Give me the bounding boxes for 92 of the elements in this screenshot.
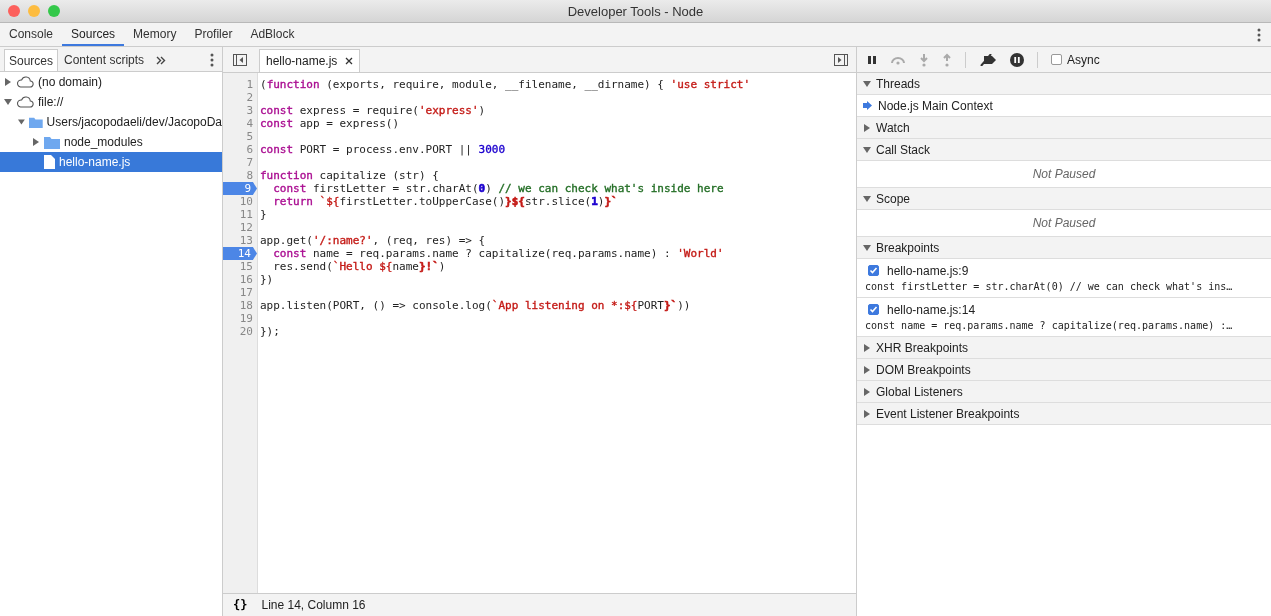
tree-label: Users/jacopodaeli/dev/JacopoDa [46,115,222,129]
toggle-debugger-icon[interactable] [834,53,848,66]
file-tab-label: hello-name.js [266,54,338,68]
code-line: const PORT = process.env.PORT || 3000 [259,143,506,156]
thread-label: Node.js Main Context [878,98,993,113]
code-line: app.listen(PORT, () => console.log(`App listening on *:${PORT}`)) [259,299,691,312]
expanded-icon[interactable] [863,79,871,88]
toggle-navigator-icon[interactable] [233,53,247,66]
expanded-icon[interactable] [863,145,871,154]
more-icon[interactable] [210,53,214,67]
code-line: } [259,208,267,221]
async-label: Async [1067,52,1100,67]
section-title: Scope [876,191,911,206]
section-header[interactable]: DOM Breakpoints [857,359,1271,381]
tree-item[interactable]: (no domain) [0,72,222,92]
navigator-tab[interactable]: Content scripts [60,49,149,71]
breakpoint-checkbox[interactable] [868,304,879,315]
tree-label: hello-name.js [59,155,131,169]
tree-item[interactable]: Users/jacopodaeli/dev/JacopoDa [0,112,222,132]
section-title: XHR Breakpoints [876,340,969,355]
expanded-icon[interactable] [18,118,25,126]
cloud-icon [16,96,34,108]
section-header[interactable]: Threads [857,73,1271,95]
section-title: Global Listeners [876,384,963,399]
cloud-icon [16,76,34,88]
section-title: Call Stack [876,142,931,157]
pause-icon[interactable] [867,54,877,65]
expanded-icon[interactable] [4,98,12,106]
window-title: Developer Tools - Node [567,3,704,19]
code-line: res.send(`Hello ${name}!`) [272,260,446,273]
breakpoint-code: const firstLetter = str.charAt(0) // we can check what's ins… [865,280,1234,294]
collapsed-icon[interactable] [863,365,871,374]
panel-tab[interactable]: Memory [124,23,186,46]
code-line: const app = express() [259,117,400,130]
section-header[interactable]: Scope [857,188,1271,210]
async-checkbox[interactable] [1051,54,1062,65]
folder-icon [28,115,43,129]
navigator-tab[interactable]: Sources [4,49,59,71]
section-title: Watch [876,120,910,135]
collapsed-icon[interactable] [863,387,871,396]
breakpoint-checkbox[interactable] [868,265,879,276]
section-header[interactable]: Breakpoints [857,237,1271,259]
current-arrow-icon [863,101,872,110]
section-header[interactable]: XHR Breakpoints [857,337,1271,359]
section-header[interactable]: Call Stack [857,139,1271,161]
code-line: return `${firstLetter.toUpperCase()}${str.slice(1)}` [272,195,618,208]
panel-tab[interactable]: Profiler [185,23,242,46]
section-title: Threads [876,76,921,91]
code-line: function capitalize (str) { [259,169,439,182]
expanded-icon[interactable] [863,243,871,252]
code-line: const firstLetter = str.charAt(0) // we can check what's inside here [272,182,724,195]
section-header[interactable]: Watch [857,117,1271,139]
tree-item[interactable]: node_modules [0,132,222,152]
code-line: }); [259,325,280,338]
breakpoint-location: hello-name.js:14 [887,302,976,317]
tree-item[interactable]: file:// [0,92,222,112]
code-line: const express = require('express') [259,104,486,117]
cursor-position: Line 14, Column 16 [261,598,366,612]
collapsed-icon[interactable] [863,123,871,132]
deactivate-breakpoints-icon[interactable] [979,53,997,66]
code-line: (function (exports, require, module, __filename, __dirname) { 'use strict' [259,78,751,91]
code-line: const name = req.params.name ? capitalize(req.params.name) : 'World' [272,247,724,260]
section-title: Event Listener Breakpoints [876,406,1020,421]
code-line: app.get('/:name?', (req, res) => { [259,234,486,247]
pause-on-exceptions-icon[interactable] [1010,52,1024,67]
panel-tab[interactable]: AdBlock [241,23,304,46]
breakpoint-location: hello-name.js:9 [887,263,969,278]
file-tab[interactable]: hello-name.js [259,49,361,72]
breakpoint-code: const name = req.params.name ? capitalize(req.params.name) :… [865,319,1234,333]
tree-item[interactable]: hello-name.js [0,152,222,172]
panel-tab[interactable]: Console [0,23,63,46]
collapsed-icon[interactable] [863,343,871,352]
expanded-icon[interactable] [863,194,871,203]
section-title: Breakpoints [876,240,940,255]
section-header[interactable]: Global Listeners [857,381,1271,403]
tree-label: file:// [38,95,64,109]
code-line: }) [259,273,274,286]
line-number[interactable]: 14 [223,247,257,260]
folder-icon [44,135,60,149]
line-number[interactable]: 9 [223,182,257,195]
more-icon[interactable] [1257,27,1261,42]
file-icon [44,155,55,169]
tree-label: node_modules [64,135,143,149]
collapsed-icon[interactable] [32,138,40,146]
collapsed-icon[interactable] [863,409,871,418]
pretty-print-button[interactable]: {} [231,598,250,612]
section-header[interactable]: Event Listener Breakpoints [857,403,1271,425]
collapsed-icon[interactable] [4,78,12,86]
section-title: DOM Breakpoints [876,362,971,377]
close-icon[interactable] [345,57,354,65]
tree-label: (no domain) [38,75,103,89]
more-tabs-icon[interactable] [156,55,167,65]
